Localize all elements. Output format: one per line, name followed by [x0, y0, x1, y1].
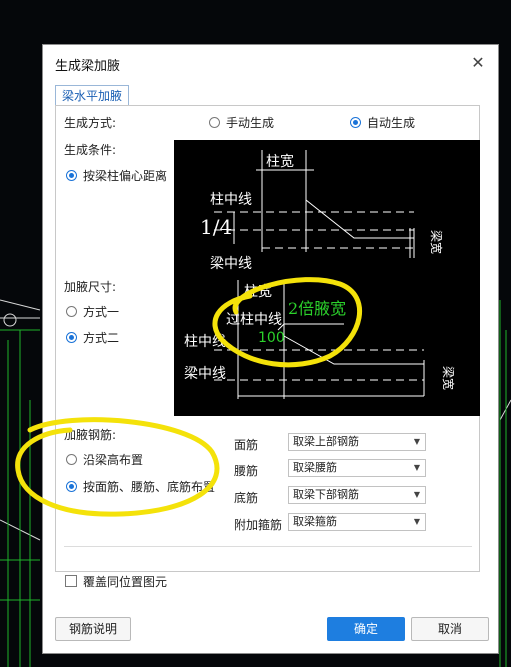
annotation-circle-haunch-rebar	[15, 417, 220, 517]
annotation-circle-haunch-size	[212, 277, 362, 368]
annotation-overlay	[15, 277, 362, 517]
